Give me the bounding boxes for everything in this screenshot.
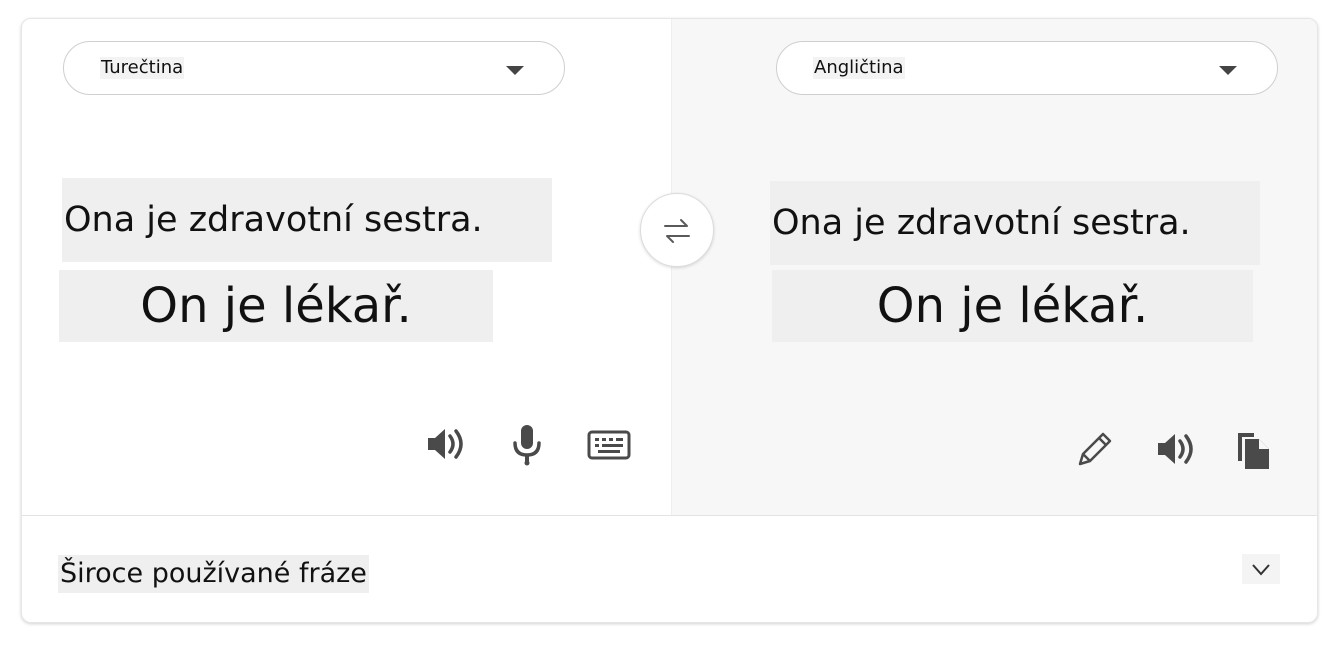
caret-down-icon (506, 66, 524, 75)
microphone-button[interactable] (504, 421, 550, 467)
source-pane: Turečtina Ona je zdravotní sestra. On je… (22, 19, 671, 515)
swap-arrows-icon (664, 219, 690, 243)
target-language-select[interactable]: Angličtina (776, 41, 1278, 95)
target-text-line-1: Ona je zdravotní sestra. (770, 181, 1260, 265)
expand-phrases-button[interactable] (1242, 554, 1280, 584)
chevron-down-icon (1252, 564, 1270, 576)
source-language-select[interactable]: Turečtina (63, 41, 565, 95)
target-text-line-2: On je lékař. (772, 270, 1253, 342)
source-language-label: Turečtina (100, 57, 185, 79)
speaker-icon (1158, 434, 1193, 464)
target-pane: Angličtina Ona je zdravotní sestra. On j… (671, 19, 1317, 515)
microphone-icon (513, 425, 541, 466)
speaker-icon (428, 429, 463, 459)
source-speaker-button[interactable] (422, 421, 468, 467)
footer-divider (22, 515, 1317, 516)
keyboard-icon (587, 430, 631, 460)
target-speaker-button[interactable] (1152, 426, 1198, 472)
swap-languages-button[interactable] (640, 193, 714, 267)
common-phrases-label[interactable]: Široce používané fráze (58, 555, 369, 593)
translator-card: Turečtina Ona je zdravotní sestra. On je… (21, 18, 1318, 623)
caret-down-icon (1219, 66, 1237, 75)
edit-button[interactable] (1072, 426, 1118, 472)
source-text-line-2[interactable]: On je lékař. (59, 270, 493, 342)
copy-button[interactable] (1232, 426, 1278, 472)
source-text-line-1[interactable]: Ona je zdravotní sestra. (62, 178, 552, 262)
target-language-label: Angličtina (813, 57, 905, 79)
copy-icon (1238, 433, 1269, 469)
pencil-icon (1078, 432, 1112, 466)
keyboard-button[interactable] (586, 421, 632, 467)
